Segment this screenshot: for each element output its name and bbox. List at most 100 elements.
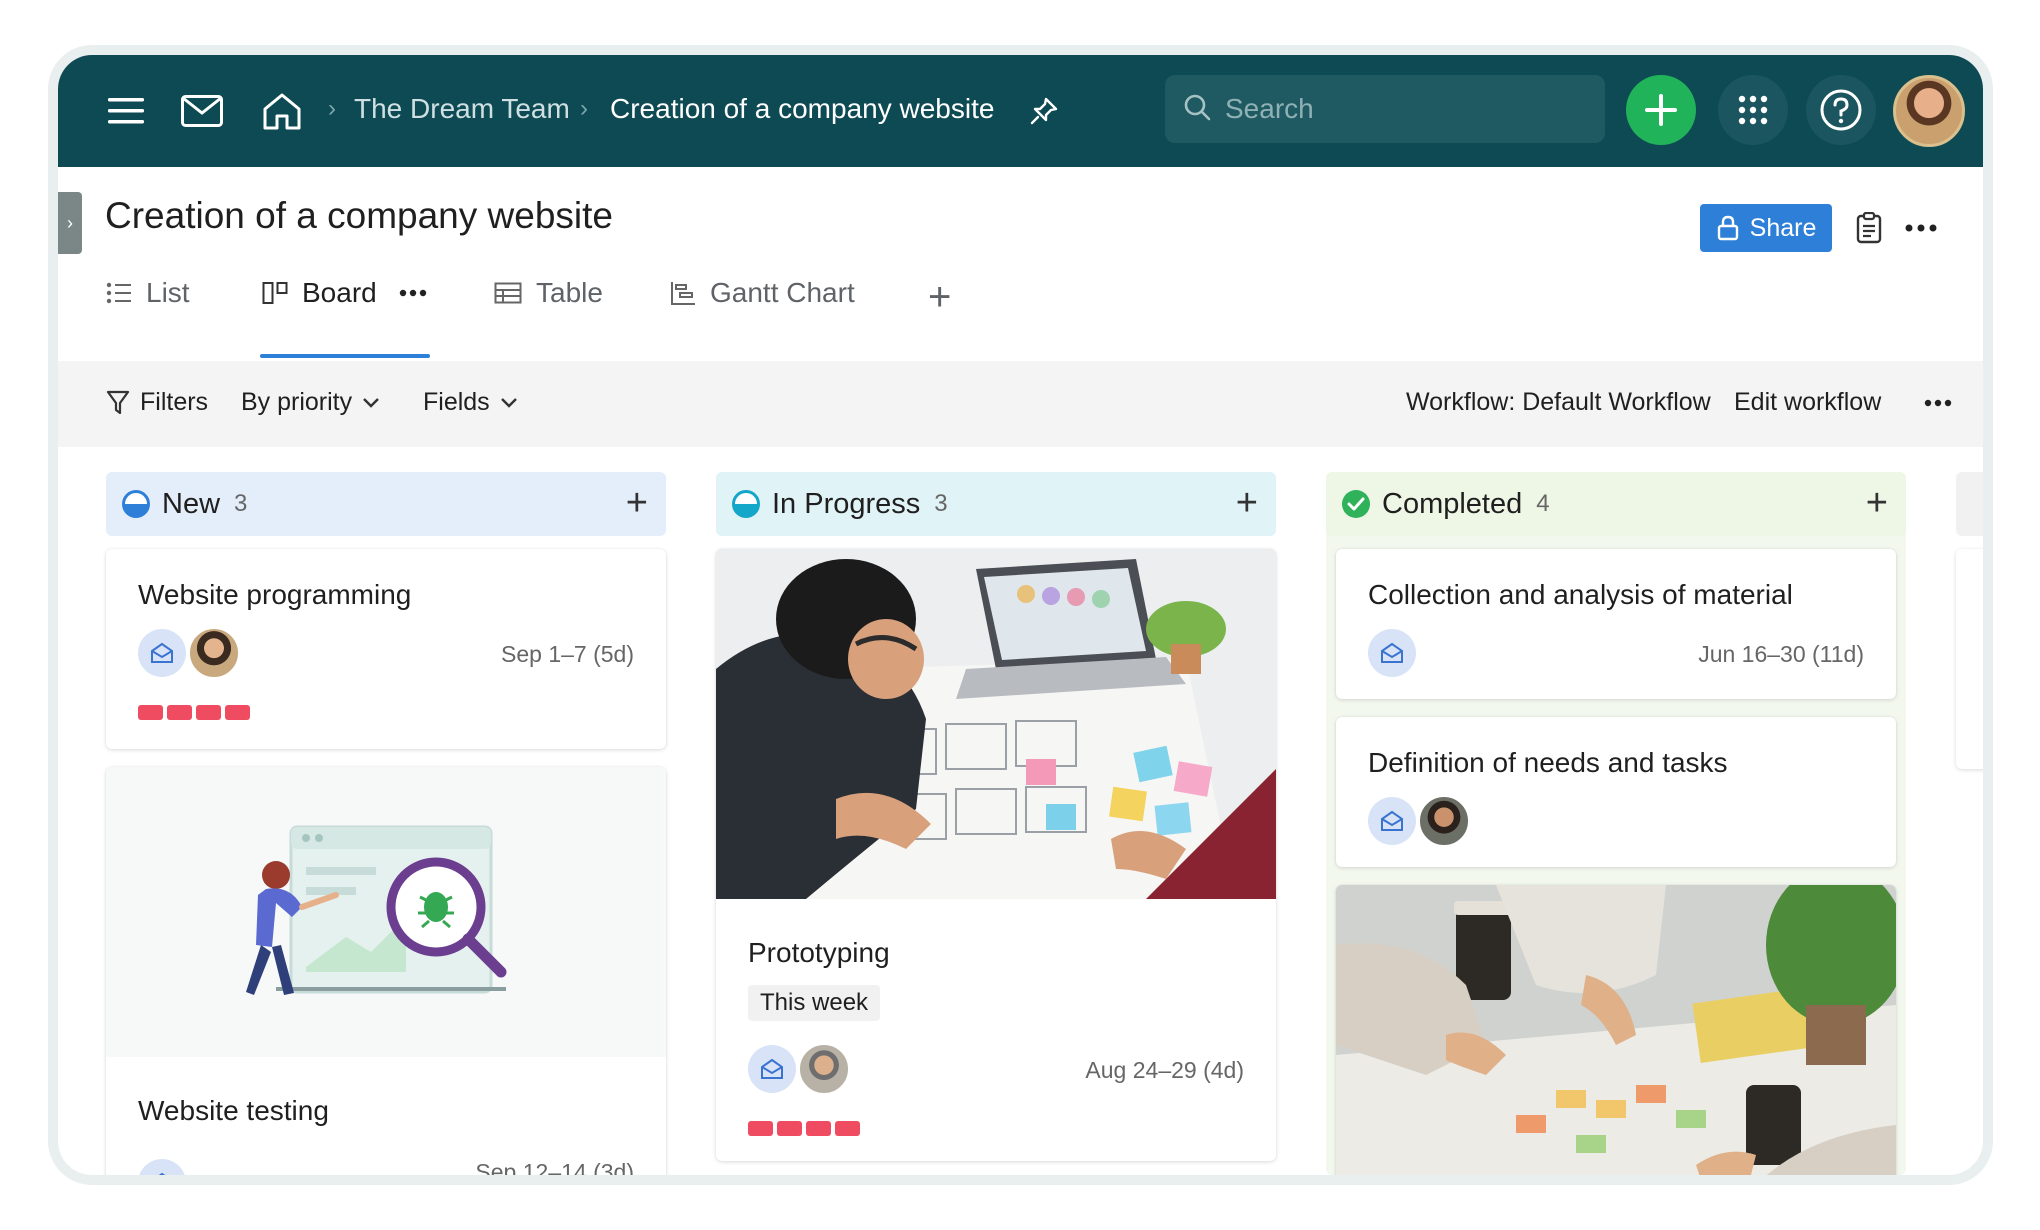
task-card[interactable]: Collection and analysis of material Jun …	[1336, 549, 1896, 699]
page-title: Creation of a company website	[105, 195, 613, 236]
task-card[interactable]: Prototyping This week Aug 24–29 (4d)	[716, 549, 1276, 1161]
card-cover-illustration	[106, 767, 666, 1057]
group-by-dropdown[interactable]: By priority	[241, 388, 380, 417]
card-date: Aug 24–29 (4d)	[1085, 1057, 1244, 1083]
top-bar: › The Dream Team › Creation of a company…	[58, 55, 1983, 167]
task-card[interactable]: Definition of needs and tasks	[1336, 717, 1896, 867]
chevron-down-icon	[363, 397, 379, 408]
search-box[interactable]	[1165, 75, 1605, 143]
tab-table[interactable]: Table	[494, 277, 603, 309]
breadcrumb-project[interactable]: Creation of a company website	[610, 93, 994, 125]
task-card[interactable]: Website programming Sep 1–7 (5d)	[106, 549, 666, 749]
user-avatar[interactable]	[1893, 75, 1965, 147]
column-header-completed[interactable]: Completed 4 +	[1326, 472, 1906, 536]
card-cover-photo	[1336, 885, 1896, 1175]
fields-dropdown[interactable]: Fields	[423, 388, 518, 417]
assignee-avatar[interactable]	[798, 1043, 850, 1095]
add-card-button[interactable]: +	[1866, 482, 1888, 525]
app-window: › The Dream Team › Creation of a company…	[58, 55, 1983, 1175]
board-toolbar: Filters By priority Fields Workflow: Def…	[58, 361, 1983, 447]
workflow-label: Workflow: Default Workflow	[1406, 388, 1711, 416]
task-card[interactable]: Website testing Sep 12–14 (3d)	[106, 767, 666, 1175]
column-count: 3	[234, 490, 248, 517]
breadcrumb-team[interactable]: The Dream Team	[354, 93, 570, 125]
gantt-icon	[671, 282, 695, 305]
column-count: 3	[934, 490, 948, 517]
help-button[interactable]	[1806, 75, 1876, 145]
apps-grid-icon	[1738, 95, 1768, 125]
mail-icon[interactable]	[176, 85, 228, 137]
add-card-button[interactable]: +	[1236, 482, 1258, 525]
filters-button[interactable]: Filters	[106, 388, 208, 417]
unassigned-avatar[interactable]	[1368, 629, 1416, 677]
envelope-icon	[761, 1058, 783, 1079]
app-frame: › The Dream Team › Creation of a company…	[48, 45, 1993, 1185]
card-cover-photo	[716, 549, 1276, 899]
envelope-icon	[158, 1172, 166, 1175]
card-date: Sep 12–14 (3d)	[475, 1159, 634, 1175]
tab-label: Gantt Chart	[710, 277, 855, 308]
priority-indicator	[138, 705, 250, 720]
add-view-button[interactable]: +	[928, 275, 951, 320]
status-in-progress-icon	[732, 490, 760, 518]
board-icon	[262, 282, 288, 304]
unassigned-avatar[interactable]	[748, 1045, 796, 1093]
edit-workflow-button[interactable]: Edit workflow	[1734, 388, 1881, 417]
sidebar-toggle[interactable]: ›	[58, 192, 82, 254]
search-input[interactable]	[1225, 93, 1585, 125]
task-card[interactable]	[1336, 885, 1896, 1175]
column-header-in-progress[interactable]: In Progress 3 +	[716, 472, 1276, 536]
breadcrumb-separator: ›	[328, 95, 336, 122]
tab-board[interactable]: Board	[262, 277, 427, 309]
unassigned-avatar[interactable]	[138, 1159, 186, 1175]
table-icon	[494, 282, 522, 304]
add-card-button[interactable]: +	[626, 482, 648, 525]
add-button[interactable]	[1626, 75, 1696, 145]
search-icon	[1183, 93, 1211, 126]
breadcrumb-separator: ›	[580, 95, 588, 122]
column-header-next[interactable]	[1956, 472, 1983, 536]
active-tab-indicator	[260, 354, 430, 358]
filters-label: Filters	[140, 388, 209, 416]
unassigned-avatar[interactable]	[1368, 797, 1416, 845]
envelope-icon	[1381, 810, 1403, 831]
more-options-icon[interactable]	[1900, 207, 1942, 249]
tab-list[interactable]: List	[106, 277, 190, 309]
tab-gantt-chart[interactable]: Gantt Chart	[670, 277, 855, 309]
share-button[interactable]: Share	[1700, 204, 1832, 252]
group-by-label: By priority	[241, 388, 353, 416]
lock-icon	[1717, 215, 1738, 241]
chevron-down-icon	[500, 397, 517, 408]
card-tag: This week	[748, 985, 881, 1021]
clipboard-icon[interactable]	[1848, 207, 1890, 249]
bug-search-illustration	[246, 825, 507, 995]
home-icon[interactable]	[256, 85, 308, 137]
card-date: Sep 1–7 (5d)	[501, 641, 634, 667]
column-count: 4	[1536, 490, 1550, 517]
column-header-new[interactable]: New 3 +	[106, 472, 666, 536]
pin-icon[interactable]	[1018, 85, 1070, 137]
unassigned-avatar[interactable]	[138, 629, 186, 677]
envelope-icon	[151, 642, 173, 663]
assignee-avatar[interactable]	[188, 627, 240, 679]
menu-icon[interactable]	[100, 85, 152, 137]
card-title: Definition of needs and tasks	[1368, 747, 1728, 778]
assignee-avatar[interactable]	[1418, 795, 1470, 847]
card-title: Website programming	[138, 579, 412, 610]
help-icon	[1820, 89, 1862, 131]
priority-indicator	[748, 1121, 860, 1136]
card-title: Prototyping	[748, 937, 890, 968]
card-date: Jun 16–30 (11d)	[1698, 641, 1864, 667]
card-title: Collection and analysis of material	[1368, 579, 1793, 610]
list-icon	[106, 282, 131, 304]
fields-label: Fields	[423, 388, 490, 416]
tab-label: Table	[536, 277, 603, 308]
more-options-icon[interactable]	[1924, 399, 1952, 407]
apps-grid-button[interactable]	[1718, 75, 1788, 145]
status-new-icon	[122, 490, 150, 518]
workflow-selector[interactable]: Workflow: Default Workflow	[1406, 388, 1711, 417]
edit-workflow-label: Edit workflow	[1734, 388, 1882, 416]
task-card[interactable]	[1956, 549, 1983, 769]
more-options-icon	[399, 289, 426, 297]
column-title: Completed	[1382, 487, 1523, 520]
